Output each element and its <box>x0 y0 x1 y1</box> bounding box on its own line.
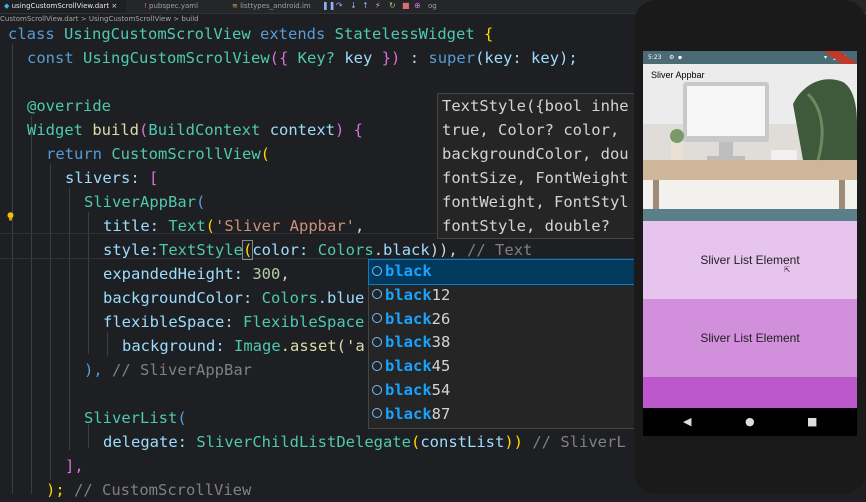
mouse-cursor-icon: ⇱ <box>784 264 791 275</box>
property-icon <box>372 360 382 371</box>
indent-guide <box>69 188 70 450</box>
close-icon[interactable]: × <box>111 2 117 10</box>
sliver-app-bar: Sliver Appbar <box>643 64 857 218</box>
code-line-5: Widget build(BuildContext context) { <box>27 121 364 139</box>
list-item-label: Sliver List Element <box>700 253 800 267</box>
suggestion-item[interactable]: black <box>368 259 640 285</box>
code-line-8: SliverAppBar( <box>84 193 206 211</box>
code-line-17: SliverList( <box>84 409 187 427</box>
step-over-icon[interactable]: ↷ <box>336 1 343 10</box>
settings-icon: ⚙ <box>669 54 675 61</box>
hot-reload-icon[interactable]: ⚡ <box>375 1 381 10</box>
suggestion-item[interactable]: black38 <box>369 331 639 355</box>
tab-listtypes[interactable]: ≋ listtypes_android.im <box>228 0 315 13</box>
status-time: 5:23 <box>648 54 662 61</box>
code-line-18: delegate: SliverChildListDelegate(constL… <box>103 433 626 451</box>
stop-icon[interactable]: ■ <box>402 1 410 10</box>
suggestion-item[interactable]: black26 <box>369 308 639 332</box>
property-icon <box>372 336 382 347</box>
tab-pubspec[interactable]: ! pubspec.yaml <box>140 0 202 13</box>
home-icon[interactable]: ● <box>745 415 755 428</box>
property-icon <box>372 313 382 324</box>
tooltip-line: TextStyle({bool inhe <box>442 97 629 115</box>
code-line-2: const UsingCustomScrolView({ Key? key })… <box>27 49 578 67</box>
tooltip-line: backgroundColor, dou <box>442 145 629 163</box>
indent-guide <box>50 164 51 480</box>
list-item[interactable]: Sliver List Element ⇱ <box>643 221 857 299</box>
property-icon <box>372 265 382 276</box>
dart-file-icon: ◆ <box>4 2 10 10</box>
emulator-screen[interactable]: 5:23 ⚙ ▪ ▾ ◢ ▮ Sliver Appbar Sliver Lis <box>643 51 857 408</box>
tooltip-line: fontSize, FontWeight <box>442 169 629 187</box>
status-bar: 5:23 ⚙ ▪ ▾ ◢ ▮ <box>643 51 857 64</box>
appbar-title: Sliver Appbar <box>651 70 705 80</box>
code-line-1: class UsingCustomScrolView extends State… <box>8 25 494 43</box>
autocomplete-suggestions[interactable]: black black12 black26 black38 black45 bl… <box>368 259 640 429</box>
list-item[interactable]: Sliver List Element <box>643 299 857 377</box>
code-line-6: return CustomScrollView( <box>46 145 270 163</box>
signature-help-tooltip: TextStyle({bool inhe true, Color? color,… <box>437 93 639 239</box>
sim-icon: ▪ <box>678 54 683 61</box>
tab-og[interactable]: og <box>424 0 441 13</box>
restart-icon[interactable]: ↻ <box>389 1 396 10</box>
suggestion-item[interactable]: black45 <box>369 355 639 379</box>
indent-guide <box>31 116 32 494</box>
code-line-7: slivers: [ <box>65 169 159 187</box>
code-line-12: backgroundColor: Colors.blue <box>103 289 365 307</box>
property-icon <box>372 408 382 419</box>
code-line-20: ); // CustomScrollView <box>46 481 252 499</box>
suggestion-item[interactable]: black87 <box>369 403 639 427</box>
suggestion-item[interactable]: black54 <box>369 379 639 403</box>
yaml-file-icon: ! <box>144 2 147 10</box>
tab-usingcustomscrollview[interactable]: ◆ usingCustomScrollView.dart × <box>0 0 126 13</box>
code-line-14: background: Image.asset('a <box>122 337 365 355</box>
code-line-9: title: Text('Sliver Appbar', <box>103 217 365 235</box>
code-line-13: flexibleSpace: FlexibleSpace <box>103 313 365 331</box>
lightbulb-icon[interactable] <box>7 212 14 221</box>
code-line-11: expandedHeight: 300, <box>103 265 290 283</box>
back-icon[interactable]: ◀ <box>683 415 691 428</box>
suggestion-item[interactable]: black12 <box>369 284 639 308</box>
tooltip-line: fontStyle, double? <box>442 217 610 235</box>
desk-photo <box>643 64 857 218</box>
step-into-icon[interactable]: ↓ <box>350 1 357 10</box>
step-out-icon[interactable]: ↑ <box>362 1 369 10</box>
code-line-19: ], <box>65 457 84 475</box>
tooltip-line: true, Color? color, <box>442 121 620 139</box>
list-item[interactable] <box>643 377 857 408</box>
property-icon <box>372 384 382 395</box>
xml-file-icon: ≋ <box>232 2 238 10</box>
indent-guide <box>12 44 13 494</box>
appbar-bottom-band <box>643 209 857 221</box>
devtools-icon[interactable]: ⊕ <box>414 1 421 10</box>
code-line-15: ), // SliverAppBar <box>84 361 252 379</box>
indent-guide <box>107 332 108 356</box>
android-nav-bar: ◀ ● ■ <box>643 408 857 436</box>
recents-icon[interactable]: ■ <box>807 415 817 428</box>
code-line-4: @override <box>27 97 111 115</box>
tooltip-line: fontWeight, FontStyl <box>442 193 629 211</box>
list-item-label: Sliver List Element <box>700 331 800 345</box>
pause-icon[interactable]: ❚❚ <box>322 1 335 10</box>
property-icon <box>372 289 382 300</box>
